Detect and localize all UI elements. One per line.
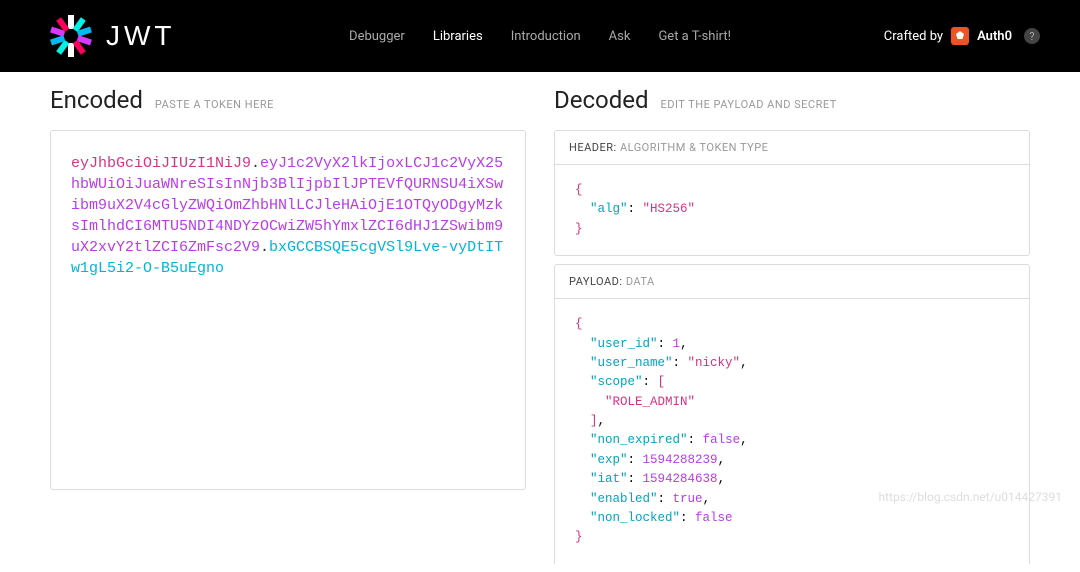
nav-debugger[interactable]: Debugger [349,29,405,44]
auth0-text[interactable]: Auth0 [977,29,1012,44]
decoded-header-section: HEADER: ALGORITHM & TOKEN TYPE { "alg": … [554,130,1030,256]
jwt-logo-icon [50,15,92,57]
decoded-payload-section: PAYLOAD: DATA { "user_id": 1, "user_name… [554,264,1030,564]
auth0-logo-icon[interactable] [951,27,969,45]
brand: JWT [50,15,176,57]
encoded-title-text: Encoded [50,86,143,114]
encoded-token-input[interactable]: eyJhbGciOiJIUzI1NiJ9.eyJ1c2VyX2lkIjoxLCJ… [50,130,526,490]
encoded-column: Encoded PASTE A TOKEN HERE eyJhbGciOiJIU… [50,86,526,572]
token-header-part: eyJhbGciOiJIUzI1NiJ9 [71,155,251,172]
nav-ask[interactable]: Ask [609,29,631,44]
nav-libraries[interactable]: Libraries [433,29,483,44]
encoded-hint: PASTE A TOKEN HERE [155,98,274,111]
main-nav: Debugger Libraries Introduction Ask Get … [349,29,731,44]
payload-sub-text: DATA [626,275,655,288]
payload-section-label: PAYLOAD: DATA [555,265,1029,299]
decoded-title-text: Decoded [554,86,649,114]
nav-introduction[interactable]: Introduction [511,29,581,44]
decoded-title: Decoded EDIT THE PAYLOAD AND SECRET [554,86,1030,114]
encoded-title: Encoded PASTE A TOKEN HERE [50,86,526,114]
brand-text: JWT [106,20,176,52]
header-json-editor[interactable]: { "alg": "HS256" } [555,165,1029,255]
payload-label-text: PAYLOAD: [569,275,623,288]
nav-tshirt[interactable]: Get a T-shirt! [658,29,731,44]
help-icon[interactable]: ? [1024,28,1040,44]
decoded-hint: EDIT THE PAYLOAD AND SECRET [660,98,836,111]
watermark: https://blog.csdn.net/u014427391 [878,490,1062,504]
header-label-text: HEADER: [569,141,617,154]
crafted-by: Crafted by Auth0 ? [884,27,1040,45]
top-nav: JWT Debugger Libraries Introduction Ask … [0,0,1080,72]
payload-json-editor[interactable]: { "user_id": 1, "user_name": "nicky", "s… [555,299,1029,564]
header-sub-text: ALGORITHM & TOKEN TYPE [620,141,768,154]
crafted-by-label: Crafted by [884,29,943,44]
header-section-label: HEADER: ALGORITHM & TOKEN TYPE [555,131,1029,165]
